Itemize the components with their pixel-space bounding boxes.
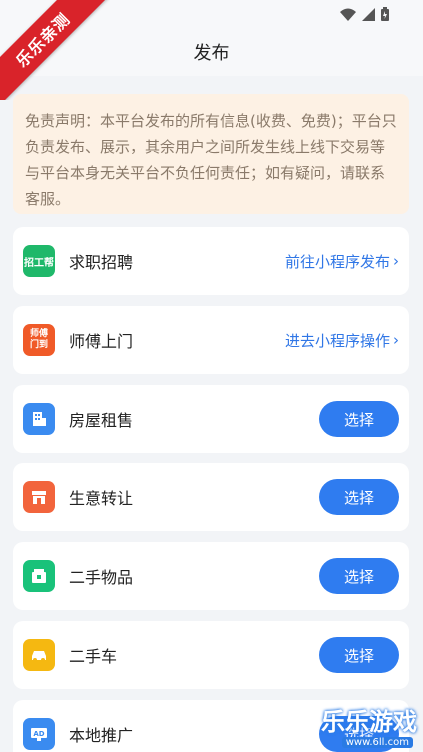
miniprogram-publish-link[interactable]: 前往小程序发布 › xyxy=(285,251,399,272)
icon-text: 师傅门到 xyxy=(29,329,48,350)
miniprogram-operate-link[interactable]: 进去小程序操作 › xyxy=(285,330,399,351)
building-icon xyxy=(23,403,55,435)
link-text: 前往小程序发布 xyxy=(284,252,390,271)
icon-text: 招工帮 xyxy=(24,257,54,269)
ad-icon: AD xyxy=(23,718,55,750)
package-icon xyxy=(23,560,55,592)
link-text: 进去小程序操作 xyxy=(284,331,390,350)
car-icon xyxy=(23,639,55,671)
select-button[interactable]: 选择 xyxy=(319,637,399,673)
select-button[interactable]: 选择 xyxy=(319,558,399,594)
card-label: 本地推广 xyxy=(69,726,134,745)
corner-ribbon: 乐乐亲测 xyxy=(0,0,110,100)
card-label: 二手物品 xyxy=(69,568,134,587)
card-shifu-visit[interactable]: 师傅门到 师傅上门 进去小程序操作 › xyxy=(13,306,409,374)
ribbon-label: 乐乐亲测 xyxy=(0,0,110,100)
watermark-logo: 乐乐游戏 www.6ll.com xyxy=(305,702,423,752)
watermark-url: www.6ll.com xyxy=(341,737,413,748)
zhaogongbang-icon: 招工帮 xyxy=(23,245,55,277)
chevron-right-icon: › xyxy=(393,252,399,270)
disclaimer-notice: 免责声明：本平台发布的所有信息(收费、免费)；平台只负责发布、展示，其余用户之间… xyxy=(13,94,409,214)
select-button[interactable]: 选择 xyxy=(319,401,399,437)
card-label: 二手车 xyxy=(69,647,118,666)
card-job-recruit[interactable]: 招工帮 求职招聘 前往小程序发布 › xyxy=(13,227,409,295)
battery-icon xyxy=(381,7,389,21)
card-label: 师傅上门 xyxy=(69,332,134,351)
wifi-icon xyxy=(340,8,356,21)
svg-text:AD: AD xyxy=(33,730,44,738)
shifu-icon: 师傅门到 xyxy=(23,324,55,356)
signal-icon xyxy=(362,7,375,21)
shop-icon xyxy=(23,481,55,513)
chevron-right-icon: › xyxy=(393,331,399,349)
status-icons xyxy=(340,7,389,21)
watermark-text: 乐乐游戏 xyxy=(321,708,417,736)
card-used-car[interactable]: 二手车 选择 xyxy=(13,621,409,689)
card-business-transfer[interactable]: 生意转让 选择 xyxy=(13,463,409,531)
card-label: 房屋租售 xyxy=(69,411,134,430)
page-title: 发布 xyxy=(193,43,230,64)
card-house-rent[interactable]: 房屋租售 选择 xyxy=(13,385,409,453)
card-label: 求职招聘 xyxy=(69,253,134,272)
select-button[interactable]: 选择 xyxy=(319,479,399,515)
card-label: 生意转让 xyxy=(69,489,134,508)
card-second-hand-goods[interactable]: 二手物品 选择 xyxy=(13,542,409,610)
